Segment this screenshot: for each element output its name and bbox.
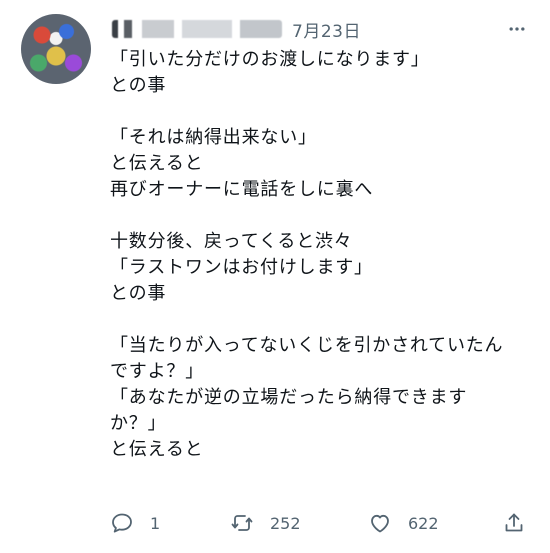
- retweet-count: 252: [270, 513, 301, 533]
- tweet-header: 7月23日: [112, 17, 361, 42]
- share-button[interactable]: [502, 508, 526, 538]
- more-horizontal-icon: [509, 27, 525, 31]
- share-icon: [505, 513, 523, 532]
- tweet-actions: 1 252 622: [110, 508, 530, 538]
- reply-button[interactable]: 1: [110, 508, 160, 538]
- avatar[interactable]: [21, 14, 91, 84]
- author-name-redacted[interactable]: [112, 20, 282, 38]
- tweet-text: 「引いた分だけのお渡しになります」 との事 「それは納得出来ない」 と伝えると …: [110, 49, 504, 460]
- heart-icon: [371, 514, 389, 533]
- retweet-button[interactable]: 252: [230, 508, 301, 538]
- more-options-button[interactable]: [506, 18, 528, 40]
- tweet-date[interactable]: 7月23日: [292, 17, 361, 42]
- like-count: 622: [408, 513, 439, 533]
- reply-count: 1: [150, 513, 161, 533]
- reply-icon: [112, 513, 132, 533]
- like-button[interactable]: 622: [368, 508, 439, 538]
- tweet-card: 7月23日 「引いた分だけのお渡しになります」 との事 「それは納得出来ない」 …: [0, 0, 550, 553]
- retweet-icon: [231, 515, 253, 531]
